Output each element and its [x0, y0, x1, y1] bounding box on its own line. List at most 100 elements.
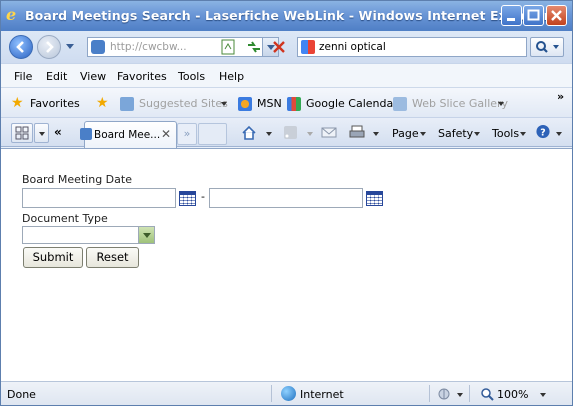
globe-icon [281, 386, 296, 401]
calendar-icon[interactable] [179, 191, 196, 206]
search-field[interactable]: zenni optical [297, 37, 527, 57]
tools-dropdown [520, 132, 526, 136]
date-range-separator: - [201, 190, 205, 203]
menu-help[interactable]: Help [219, 70, 244, 83]
quick-tabs-button[interactable] [11, 123, 33, 143]
mail-icon[interactable] [321, 125, 337, 140]
minimize-icon [507, 18, 515, 21]
menu-tools[interactable]: Tools [178, 70, 205, 83]
start-date-input[interactable] [22, 188, 176, 208]
page-dropdown [420, 132, 426, 136]
reset-button[interactable]: Reset [86, 247, 139, 268]
feeds-icon[interactable] [283, 125, 299, 140]
help-icon[interactable]: ? [535, 124, 551, 139]
page-content: Board Meeting Date - Document Type Submi… [1, 148, 572, 381]
status-text: Done [7, 388, 36, 401]
end-date-input[interactable] [209, 188, 363, 208]
feeds-dropdown[interactable] [307, 132, 313, 136]
back-icon [16, 41, 24, 53]
close-window-button[interactable] [546, 5, 567, 26]
tab-label: Board Mee... [94, 129, 161, 141]
tab-command-bar: « Board Mee... ✕ » Page Safety Tools ? [1, 117, 572, 148]
forward-button[interactable] [37, 35, 61, 59]
window-title: Board Meetings Search - Laserfiche WebLi… [25, 8, 550, 23]
browser-window: e Board Meetings Search - Laserfiche Web… [0, 0, 573, 406]
fav-suggested-sites[interactable]: Suggested Sites [139, 97, 228, 110]
safety-menu[interactable]: Safety [438, 127, 473, 140]
status-divider [429, 385, 430, 402]
stop-icon[interactable] [269, 37, 289, 57]
close-icon [551, 10, 562, 21]
minimize-button[interactable] [501, 5, 522, 26]
close-tab-icon[interactable]: ✕ [161, 127, 171, 141]
status-bar: Done Internet 100% [1, 381, 572, 405]
board-meeting-date-label: Board Meeting Date [22, 173, 132, 186]
menu-edit[interactable]: Edit [46, 70, 67, 83]
suggested-sites-dropdown[interactable] [221, 102, 227, 106]
home-dropdown[interactable] [266, 132, 272, 136]
print-icon[interactable] [349, 125, 365, 140]
submit-button[interactable]: Submit [23, 247, 83, 268]
tab-favicon-icon [80, 128, 92, 140]
url-text: http://cwcbw... [110, 41, 187, 53]
menu-view[interactable]: View [80, 70, 106, 83]
home-icon[interactable] [241, 125, 257, 140]
status-divider [469, 385, 470, 402]
tab-list-dropdown-icon [39, 132, 45, 136]
tools-menu[interactable]: Tools [492, 127, 519, 140]
favorites-bar: ★ Favorites ★ Suggested Sites MSN Google… [1, 87, 572, 117]
fav-google-calendar[interactable]: Google Calendar [306, 97, 398, 110]
site-favicon-icon [91, 40, 105, 54]
status-divider [271, 385, 272, 402]
forward-icon [46, 41, 54, 53]
quick-tabs-icon [15, 126, 29, 140]
menu-favorites[interactable]: Favorites [117, 70, 167, 83]
menu-file[interactable]: File [14, 70, 32, 83]
search-text: zenni optical [319, 41, 386, 53]
refresh-icon[interactable] [244, 37, 264, 57]
safety-dropdown [474, 132, 480, 136]
print-dropdown[interactable] [373, 132, 379, 136]
recent-pages-dropdown[interactable] [66, 44, 74, 49]
compatibility-view-icon[interactable] [219, 37, 239, 57]
google-calendar-icon [287, 97, 301, 111]
security-zone[interactable]: Internet [300, 388, 344, 401]
tab-board-meetings[interactable]: Board Mee... ✕ [80, 121, 177, 148]
fav-web-slice-gallery[interactable]: Web Slice Gallery [412, 97, 508, 110]
chevron-more-icon[interactable]: » [557, 90, 564, 103]
web-slice-icon [393, 97, 407, 111]
help-dropdown[interactable] [556, 132, 562, 136]
title-bar: e Board Meetings Search - Laserfiche Web… [1, 1, 572, 31]
scroll-tabs-right-button[interactable]: » [177, 123, 197, 145]
maximize-icon [527, 9, 540, 21]
back-button[interactable] [9, 35, 33, 59]
tab-list-button[interactable] [34, 123, 49, 143]
document-type-select[interactable] [22, 226, 155, 244]
document-type-label: Document Type [22, 212, 108, 225]
scroll-tabs-left-icon[interactable]: « [54, 125, 62, 139]
menu-bar: File Edit View Favorites Tools Help [1, 63, 572, 87]
google-search-provider-icon [301, 40, 315, 54]
search-button[interactable] [530, 37, 564, 57]
msn-icon [238, 97, 252, 111]
web-slice-dropdown[interactable] [498, 102, 504, 106]
suggested-sites-icon [120, 97, 134, 111]
search-icon [536, 41, 559, 53]
zoom-level[interactable]: 100% [497, 388, 528, 401]
zoom-icon[interactable] [480, 387, 494, 401]
protected-mode-dropdown[interactable] [457, 393, 463, 397]
address-toolbar: http://cwcbw... zenni optical [1, 31, 572, 63]
protected-mode-icon[interactable] [437, 386, 455, 402]
new-tab-button[interactable] [198, 123, 227, 145]
zoom-dropdown[interactable] [540, 393, 546, 397]
fav-msn[interactable]: MSN [257, 97, 282, 110]
add-favorite-icon[interactable]: ★ [96, 96, 109, 110]
maximize-button[interactable] [523, 5, 544, 26]
chevron-down-icon[interactable] [138, 227, 154, 243]
svg-text:?: ? [540, 127, 545, 138]
favorites-button[interactable]: Favorites [30, 97, 80, 110]
calendar-icon[interactable] [366, 191, 383, 206]
favorites-star-icon: ★ [11, 95, 24, 111]
page-menu[interactable]: Page [392, 127, 419, 140]
ie-logo-icon: e [6, 5, 17, 24]
